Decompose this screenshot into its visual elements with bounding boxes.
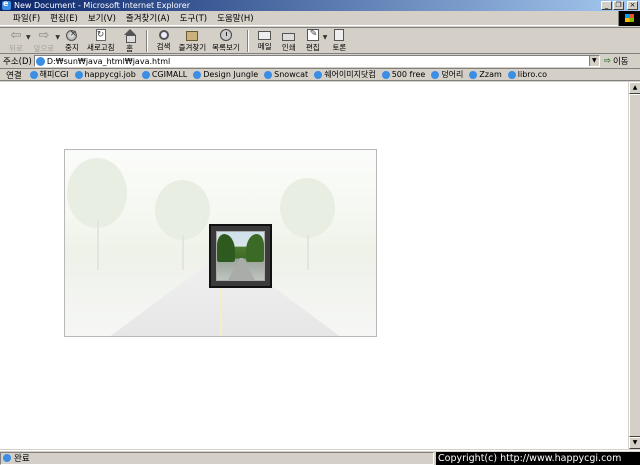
copyright-banner: Copyright(c) http://www.happycgi.com [436,452,640,465]
minimize-button[interactable]: _ [601,1,612,10]
search-button[interactable]: 검색 [152,28,176,54]
tree-trunk [97,220,99,270]
menu-tools[interactable]: 도구(T) [175,12,212,24]
stop-icon [66,29,78,41]
window-title: New Document - Microsoft Internet Explor… [14,1,190,10]
history-button[interactable]: 목록보기 [209,28,243,54]
scroll-up-arrow-icon[interactable]: ▲ [629,82,640,94]
windows-logo-icon [618,11,640,26]
link-page-icon [381,70,390,79]
address-url: D:₩sun₩java_html₩java.html [46,56,171,66]
back-arrow-icon: ⇦ [10,28,22,43]
printer-icon [282,33,296,41]
link-item[interactable]: happycgi.job [74,70,136,79]
history-clock-icon [219,29,232,41]
page-content [0,82,628,449]
link-item[interactable]: CGIMALL [141,70,187,79]
discuss-button[interactable]: 토론 [327,28,351,54]
ie-app-icon [2,0,11,10]
favorites-button[interactable]: 즐겨찾기 [176,28,210,54]
link-page-icon [29,70,38,79]
go-arrow-icon: ⇨ [603,56,611,66]
link-item[interactable]: libro.co [507,70,547,79]
title-bar: New Document - Microsoft Internet Explor… [0,0,640,11]
print-button[interactable]: 인쇄 [277,28,301,54]
tree-trunk [182,235,184,270]
page-icon [35,56,45,66]
back-button[interactable]: ⇦ 뒤로 [4,28,28,54]
stop-button[interactable]: 중지 [60,28,84,54]
link-item[interactable]: 덩어리 [431,69,463,80]
edit-button[interactable]: 편집 [301,28,325,54]
link-page-icon [141,70,150,79]
go-button[interactable]: ⇨ 이동 [604,55,629,67]
discuss-icon [334,29,345,41]
refresh-button[interactable]: 새로고침 [84,28,118,54]
road-thumbnail-image[interactable] [209,224,272,288]
link-item[interactable]: 해피CGI [29,69,69,80]
standard-toolbar: ⇦ 뒤로 ▼ ⇨ 앞으로 ▼ 중지 새로고침 홈 검색 즐겨찾기 목록보기 메일… [0,27,640,54]
menu-help[interactable]: 도움말(H) [212,12,258,24]
address-input[interactable]: D:₩sun₩java_html₩java.html ▼ [33,55,600,67]
link-page-icon [507,70,516,79]
home-icon [123,29,137,43]
home-button[interactable]: 홈 [118,28,142,54]
links-bar: 연결 해피CGI happycgi.job CGIMALL Design Jun… [0,68,640,81]
address-dropdown-icon[interactable]: ▼ [588,56,599,66]
menu-view[interactable]: 보기(V) [83,12,121,24]
status-text: 완료 [14,454,30,464]
edit-pencil-icon [306,29,319,41]
window-controls: _ ❐ × [601,1,638,10]
tree [67,158,127,228]
tree-trunk [307,235,309,270]
scroll-down-arrow-icon[interactable]: ▼ [629,437,640,449]
link-page-icon [264,70,273,79]
link-page-icon [193,70,202,79]
favorites-folder-icon [186,31,199,41]
mail-button[interactable]: 메일 [253,28,277,54]
mail-icon [258,31,272,40]
links-label: 연결 [6,70,22,81]
menu-edit[interactable]: 편집(E) [45,12,83,24]
search-icon [158,30,169,40]
status-text-cell: 완료 [0,451,434,465]
link-item[interactable]: Zzam [469,70,502,79]
link-item[interactable]: 쉐어이미지닷컴 [314,69,376,80]
tree [280,178,335,238]
link-item[interactable]: Snowcat [264,70,308,79]
link-item[interactable]: 500 free [381,70,425,79]
menu-file[interactable]: 파일(F) [8,12,45,24]
restore-button[interactable]: ❐ [613,1,624,10]
link-item[interactable]: Design Jungle [193,70,258,79]
status-page-icon [3,454,11,462]
forward-arrow-icon: ⇨ [38,28,50,43]
tree [155,180,210,240]
toolbar-separator [246,30,249,52]
link-page-icon [469,70,478,79]
address-bar: 주소(D) D:₩sun₩java_html₩java.html ▼ ⇨ 이동 [0,55,640,67]
address-label: 주소(D) [3,57,32,67]
link-page-icon [314,70,323,79]
vertical-scrollbar[interactable]: ▲ ▼ [628,82,640,449]
refresh-icon [95,29,106,41]
toolbar-separator [145,30,148,52]
menu-bar: 파일(F) 편집(E) 보기(V) 즐겨찾기(A) 도구(T) 도움말(H) [0,11,640,26]
scroll-thumb[interactable] [629,94,640,437]
menu-favorites[interactable]: 즐겨찾기(A) [121,12,175,24]
close-button[interactable]: × [627,1,638,10]
link-page-icon [431,70,440,79]
forward-button[interactable]: ⇨ 앞으로 [31,28,58,54]
link-page-icon [74,70,83,79]
